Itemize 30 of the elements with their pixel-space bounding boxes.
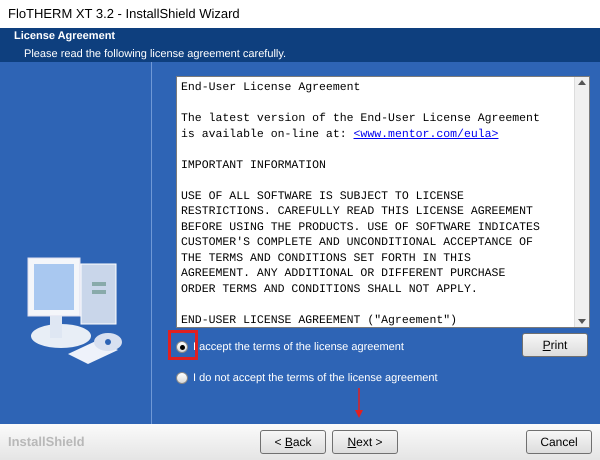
scrollbar[interactable] (574, 77, 589, 327)
license-text-line: is available on-line at: (181, 126, 348, 142)
license-text-line: ORDER TERMS AND CONDITIONS SHALL NOT APPLY. (181, 282, 479, 297)
radio-button[interactable] (176, 372, 188, 384)
license-text-line: THE TERMS AND CONDITIONS SET FORTH IN THIS (181, 250, 472, 266)
window-title: FloTHERM XT 3.2 - InstallShield Wizard (8, 5, 240, 24)
license-text-line: End-User License Agreement (181, 80, 362, 96)
scroll-down-icon[interactable] (578, 319, 586, 324)
license-text-line: The latest version of the End-User License Agreement (181, 111, 541, 126)
next-button[interactable]: Next > (332, 430, 398, 454)
radio-label[interactable]: I do not accept the terms of the license agreement (193, 370, 438, 386)
scroll-up-icon[interactable] (578, 80, 586, 85)
eula-link[interactable]: <www.mentor.com/eula> (354, 126, 498, 142)
license-text-line: AGREEMENT. ANY ADDITIONAL OR DIFFERENT PURCHASE (181, 266, 506, 282)
license-text-line: USE OF ALL SOFTWARE IS SUBJECT TO LICENSE (181, 188, 465, 204)
radio-button[interactable] (176, 341, 188, 354)
radio-label[interactable]: I accept the terms of the license agreement (193, 339, 404, 356)
license-text-line: RESTRICTIONS. CAREFULLY READ THIS LICENSE AGREEMENT (181, 204, 534, 220)
header-title: License Agreement (14, 28, 116, 44)
license-text-line: END-USER LICENSE AGREEMENT ("Agreement") (181, 312, 458, 327)
license-text-line: CUSTOMER'S COMPLETE AND UNCONDITIONAL ACCEPTANCE OF (181, 235, 534, 250)
back-button[interactable]: < Back (260, 430, 326, 454)
header-subtitle: Please read the following license agreement carefully. (23, 47, 288, 62)
license-text-line: IMPORTANT INFORMATION (181, 158, 327, 173)
installshield-brand: InstallShield (8, 433, 86, 452)
license-text-line: BEFORE USING THE PRODUCTS. USE OF SOFTWARE INDICATES (181, 220, 541, 235)
highlight-annotation (168, 330, 198, 360)
arrow-annotation (355, 388, 363, 418)
print-button[interactable]: Print (522, 333, 588, 357)
cancel-button[interactable]: Cancel (526, 430, 592, 454)
